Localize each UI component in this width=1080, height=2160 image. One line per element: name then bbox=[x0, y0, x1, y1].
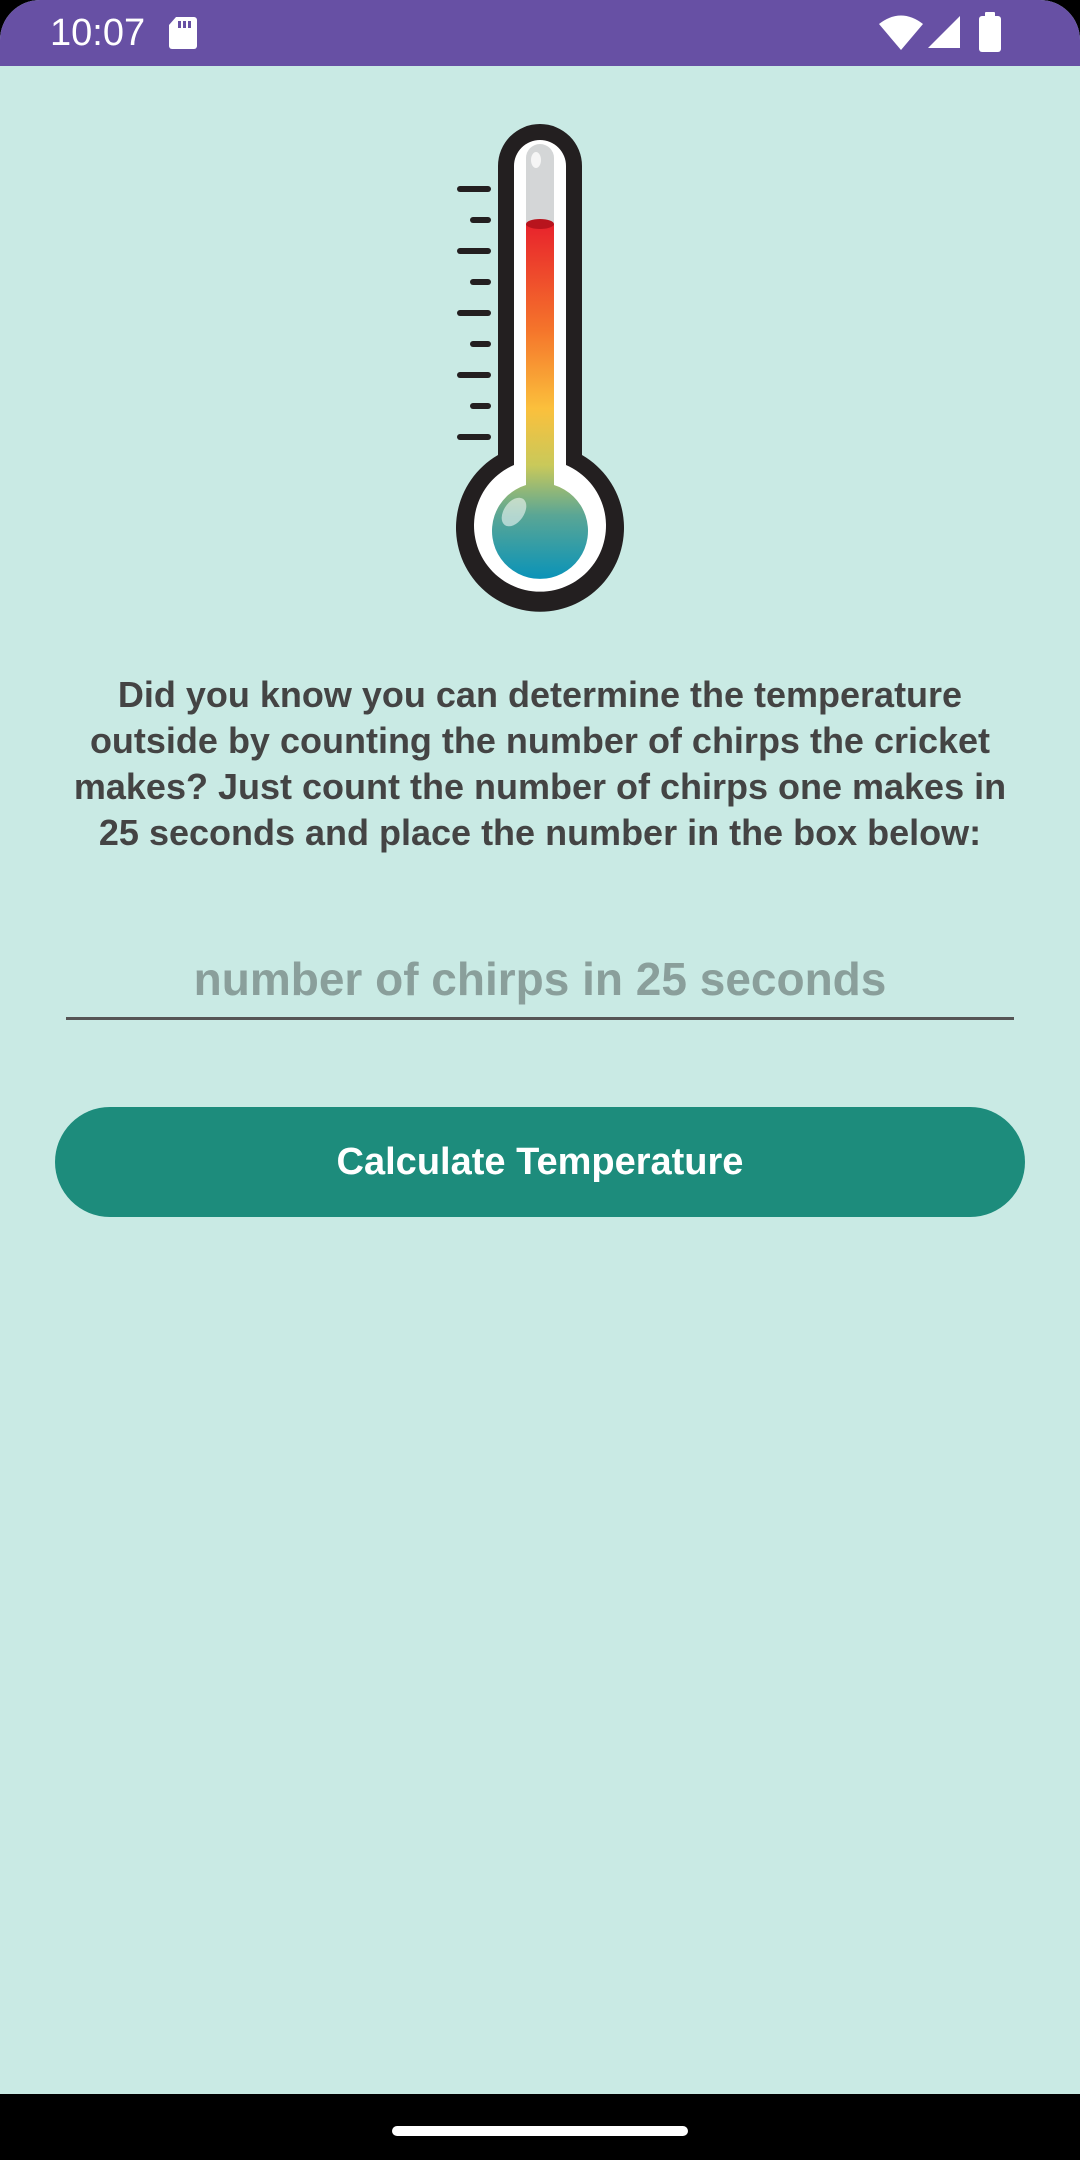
status-time: 10:07 bbox=[50, 12, 146, 54]
intro-text: Did you know you can determine the tempe… bbox=[73, 674, 1007, 853]
calculate-temperature-button[interactable]: Calculate Temperature bbox=[55, 1107, 1025, 1217]
signal-icon bbox=[928, 16, 960, 48]
status-bar: 10:07 bbox=[0, 0, 1080, 66]
home-handle[interactable] bbox=[392, 2126, 688, 2136]
thermometer-icon bbox=[456, 124, 624, 612]
battery-icon bbox=[979, 12, 1001, 52]
app-screen: 10:07 Did you know you can determine the… bbox=[0, 0, 1080, 2160]
wifi-icon bbox=[879, 15, 923, 50]
sd-card-icon bbox=[169, 17, 197, 49]
chirps-input[interactable] bbox=[66, 940, 1014, 1020]
